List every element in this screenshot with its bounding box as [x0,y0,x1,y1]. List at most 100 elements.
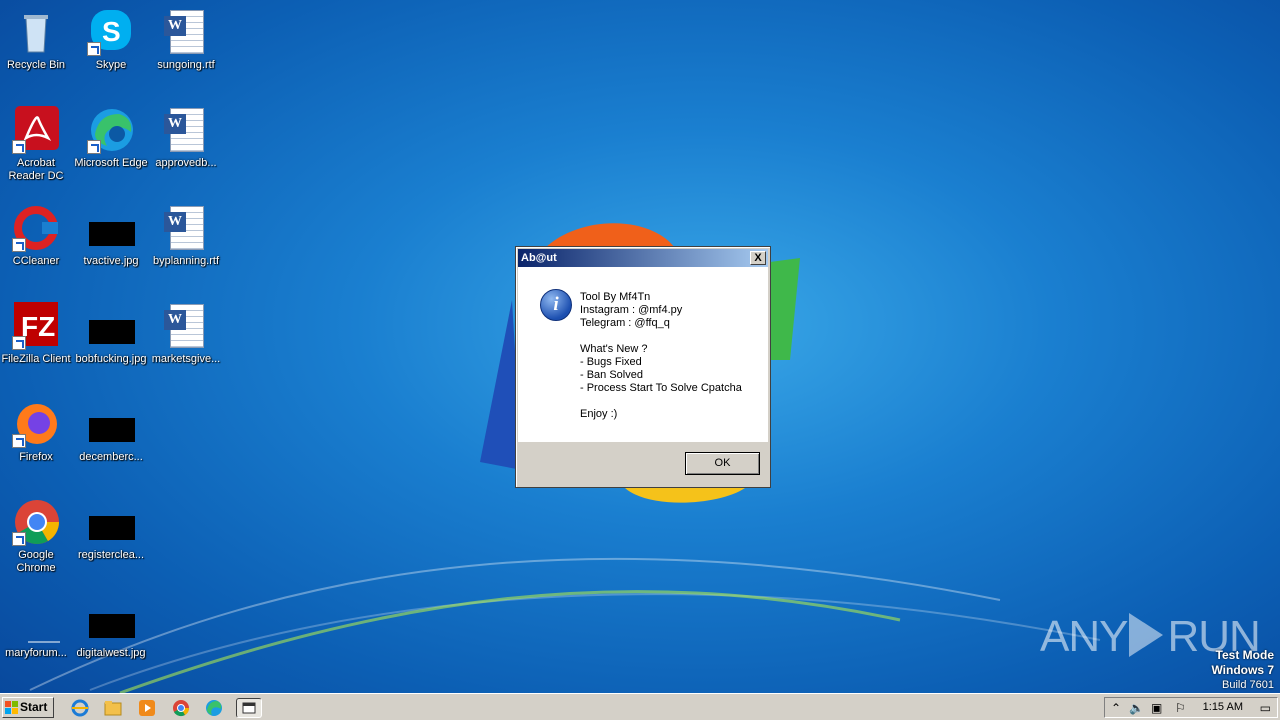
word-document-icon: W [162,302,210,350]
media-player-icon[interactable] [137,698,157,718]
build-label: Build 7601 [1222,679,1274,691]
ok-button[interactable]: OK [685,452,760,475]
desktop-icon-label: Recycle Bin [6,59,66,71]
desktop-icon-approvedb[interactable]: W approvedb... [148,100,224,192]
desktop-icon-label: decemberc... [79,451,143,463]
desktop-icon-acrobat[interactable]: Acrobat Reader DC [0,100,74,192]
desktop-icon-edge[interactable]: Microsoft Edge [73,100,149,192]
watermark-text-left: ANY [1040,612,1128,661]
show-desktop-icon[interactable]: ▭ [1260,701,1271,715]
message-line: Instagram : @mf4.py [580,304,683,316]
volume-icon[interactable]: 🔈 [1129,701,1144,715]
image-file-icon [87,302,135,350]
start-label: Start [20,700,48,714]
play-logo-icon [1129,613,1164,658]
desktop-icon-label: sungoing.rtf [157,59,215,71]
desktop-icon-byplanning[interactable]: W byplanning.rtf [148,198,224,290]
taskbar: Start ⌃ 🔈 ▣ ⚐ 1:15 AM ▭ [0,693,1280,720]
message-line: - Process Start To Solve Cpatcha [580,382,742,394]
desktop-icon-label: marketsgive... [151,353,221,365]
close-button[interactable]: X [750,251,766,265]
desktop-icon-label: maryforum... [5,647,67,659]
desktop-icon-label: Microsoft Edge [74,157,148,169]
dialog-title: Ab@ut [521,252,557,264]
desktop-icon-label: tvactive.jpg [83,255,139,267]
desktop-icon-recycle-bin[interactable]: Recycle Bin [0,2,74,94]
desktop-icon-bobfucking[interactable]: bobfucking.jpg [73,296,149,388]
message-line: - Bugs Fixed [580,356,642,368]
desktop-icon-firefox[interactable]: Firefox [0,394,74,486]
desktop-icon-sungoing[interactable]: W sungoing.rtf [148,2,224,94]
desktop-icon-label: Skype [95,59,127,71]
message-line: Tool By Mf4Tn [580,291,651,303]
desktop-icon-label: digitalwest.jpg [76,647,146,659]
desktop-icon-label: CCleaner [12,255,60,267]
shortcut-arrow-icon [87,140,101,154]
desktop-icon-digitalwest[interactable]: digitalwest.jpg [73,590,149,682]
desktop-icon-maryforum[interactable]: maryforum... [0,590,74,682]
desktop-icon-label: Google Chrome [16,549,56,574]
desktop-icon-label: Acrobat Reader DC [8,157,64,182]
shortcut-arrow-icon [12,532,26,546]
show-hidden-icons-icon[interactable]: ⌃ [1111,701,1121,715]
desktop-icon-label: Firefox [19,451,53,463]
edge-icon [87,106,135,154]
desktop-icon-chrome[interactable]: Google Chrome [0,492,74,584]
message-line [580,330,765,343]
firefox-icon [12,400,60,448]
windows-version-label: Windows 7 [1211,663,1274,677]
shortcut-arrow-icon [12,434,26,448]
action-center-flag-icon[interactable]: ⚐ [1175,701,1186,715]
image-file-icon [87,596,135,644]
test-mode-label: Test Mode [1215,648,1274,662]
word-document-icon: W [162,106,210,154]
svg-text:S: S [102,16,121,47]
dialog-titlebar[interactable]: Ab@ut X [518,249,768,267]
message-line: - Ban Solved [580,369,643,381]
edge-icon[interactable] [204,698,224,718]
message-line: What's New ? [580,343,648,355]
about-dialog: Ab@ut X i Tool By Mf4Tn Instagram : @mf4… [515,246,771,488]
word-document-icon: W [162,204,210,252]
clock[interactable]: 1:15 AM [1203,701,1243,713]
desktop-icon-label: FileZilla Client [1,353,71,365]
blank-file-icon [12,596,72,644]
dialog-body: i Tool By Mf4Tn Instagram : @mf4.py Tele… [518,267,768,442]
shortcut-arrow-icon [12,336,26,350]
svg-text:FZ: FZ [21,311,55,342]
desktop-icon-tvactive[interactable]: tvactive.jpg [73,198,149,290]
shortcut-arrow-icon [12,238,26,252]
image-file-icon [87,400,135,448]
desktop-icon-label: byplanning.rtf [152,255,220,267]
shortcut-arrow-icon [12,140,26,154]
desktop-icon-marketsgive[interactable]: W marketsgive... [148,296,224,388]
windows-logo-icon [5,701,18,714]
file-explorer-icon[interactable] [103,698,123,718]
desktop-icon-skype[interactable]: S Skype [73,2,149,94]
acrobat-icon [12,106,60,154]
image-file-icon [87,204,135,252]
start-button[interactable]: Start [2,697,54,718]
desktop-icon-ccleaner[interactable]: CCleaner [0,198,74,290]
info-icon: i [540,289,572,321]
internet-explorer-icon[interactable] [70,698,90,718]
about-app-icon[interactable] [236,698,262,718]
filezilla-icon: FZ [12,302,60,350]
desktop-icon-filezilla[interactable]: FZ FileZilla Client [0,296,74,388]
desktop-icon-registerclea[interactable]: registerclea... [73,492,149,584]
message-line: Telegram : @ffq_q [580,317,670,329]
recycle-bin-icon [12,8,60,56]
os-info: Test Mode Windows 7 Build 7601 [1211,648,1274,692]
chrome-icon[interactable] [171,698,191,718]
message-line [580,395,765,408]
chrome-icon [12,498,60,546]
system-tray: ⌃ 🔈 ▣ ⚐ 1:15 AM ▭ [1104,697,1278,718]
dialog-message: Tool By Mf4Tn Instagram : @mf4.py Telegr… [580,291,765,421]
skype-icon: S [87,8,135,56]
shortcut-arrow-icon [87,42,101,56]
desktop-icon-label: bobfucking.jpg [75,353,147,365]
network-icon[interactable]: ▣ [1151,701,1162,715]
desktop-icon-label: approvedb... [155,157,217,169]
word-document-icon: W [162,8,210,56]
desktop-icon-decemberc[interactable]: decemberc... [73,394,149,486]
